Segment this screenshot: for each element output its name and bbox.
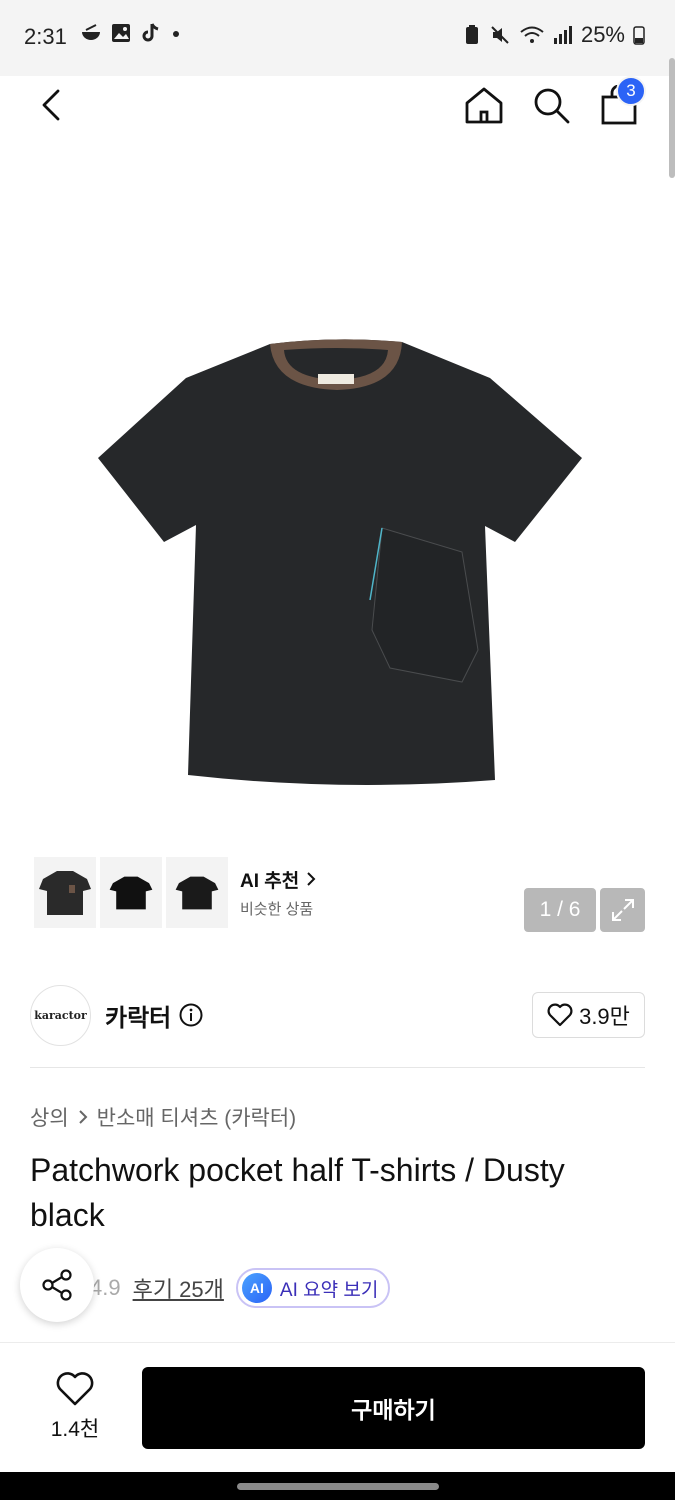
wishlist-count: 1.4천 <box>50 1418 100 1441</box>
tshirt-thumbnail <box>109 876 153 909</box>
brand-row[interactable]: karactor 카락터 3.9만 <box>30 984 645 1046</box>
home-gesture-handle[interactable] <box>237 1483 439 1490</box>
buy-button[interactable]: 구매하기 <box>142 1367 645 1449</box>
rating-value: 4.9 <box>90 1275 121 1300</box>
gesture-bar <box>0 1472 675 1500</box>
cart-count-badge: 3 <box>616 76 646 106</box>
tiktok-icon <box>142 23 159 42</box>
breadcrumb-category[interactable]: 상의 <box>30 1102 69 1132</box>
product-image[interactable] <box>90 330 590 790</box>
ai-summary-label: AI 요약 보기 <box>279 1279 379 1301</box>
home-button[interactable] <box>459 80 509 130</box>
recommend-thumbnail[interactable] <box>34 857 96 928</box>
wishlist-button[interactable]: 1.4천 <box>30 1371 120 1451</box>
ai-recommend-text[interactable]: AI 추천 비슷한 상품 <box>232 866 317 919</box>
brand-like-count: 3.9만 <box>579 1004 630 1029</box>
status-time: 2:31 <box>24 24 67 49</box>
back-arrow-icon <box>42 89 60 121</box>
review-count-link[interactable]: 후기 25개 <box>133 1272 224 1304</box>
home-icon <box>465 87 503 124</box>
tshirt-thumbnail <box>39 870 91 915</box>
recommend-thumbnail[interactable] <box>166 857 228 928</box>
breadcrumb-subcategory[interactable]: 반소매 티셔츠 (카락터) <box>97 1102 297 1132</box>
bowl-icon <box>82 24 100 40</box>
back-button[interactable] <box>28 80 78 130</box>
battery-percent: 25% <box>580 22 625 47</box>
expand-icon <box>611 899 634 921</box>
product-title: Patchwork pocket half T-shirts / Dusty b… <box>30 1152 565 1233</box>
mute-icon <box>491 26 509 44</box>
info-icon[interactable] <box>179 1003 203 1027</box>
expand-image-button[interactable] <box>600 888 645 932</box>
brand-name[interactable]: 카락터 <box>105 998 171 1033</box>
battery-icon <box>633 26 645 45</box>
top-nav: 3 <box>0 66 675 146</box>
breadcrumb: 상의 반소매 티셔츠 (카락터) <box>30 1102 296 1132</box>
heart-icon <box>56 1372 94 1406</box>
image-page-indicator: 1 / 6 <box>524 888 596 932</box>
chevron-right-icon <box>78 1110 88 1124</box>
ai-recommend-subtitle: 비슷한 상품 <box>240 901 314 918</box>
divider <box>30 1067 645 1068</box>
share-icon <box>42 1269 72 1301</box>
recommend-thumbnail[interactable] <box>100 857 162 928</box>
tshirt-thumbnail <box>175 876 219 909</box>
battery-saver-icon <box>465 25 478 44</box>
ai-recommend-title: AI 추천 <box>240 871 300 892</box>
share-button[interactable] <box>20 1248 94 1322</box>
signal-icon <box>553 26 572 44</box>
dot-icon <box>173 31 179 37</box>
brand-like-button[interactable]: 3.9만 <box>532 992 645 1038</box>
gallery-icon <box>112 24 130 42</box>
system-icons: 25% <box>463 22 645 48</box>
bottom-action-bar: 1.4천 구매하기 <box>0 1343 675 1473</box>
wifi-icon <box>520 26 544 43</box>
ai-recommend-card[interactable]: AI 추천 비슷한 상품 <box>30 853 324 932</box>
search-button[interactable] <box>526 80 576 130</box>
cart-button[interactable]: 3 <box>594 76 646 130</box>
brand-logo[interactable]: karactor <box>30 984 91 1046</box>
ai-badge-icon: AI <box>241 1273 272 1303</box>
heart-icon <box>547 1003 573 1027</box>
notification-icons <box>80 22 182 44</box>
status-bar: 2:31 25% <box>0 0 675 76</box>
search-icon <box>534 88 570 124</box>
chevron-right-icon <box>306 872 315 886</box>
ai-summary-button[interactable]: AI AI 요약 보기 <box>235 1268 391 1308</box>
